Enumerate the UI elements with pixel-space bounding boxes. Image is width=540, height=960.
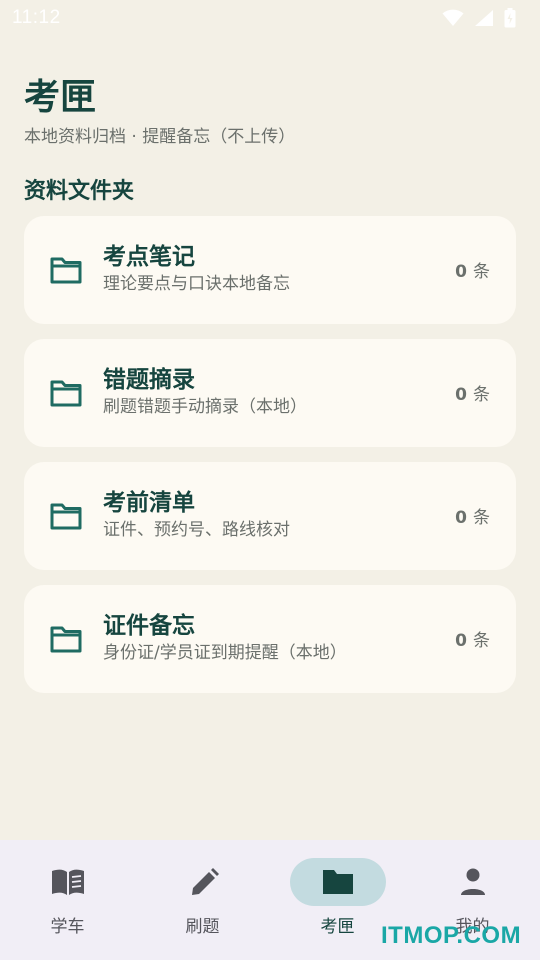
folder-desc: 理论要点与口诀本地备忘 bbox=[103, 274, 290, 294]
folder-outline-icon bbox=[50, 503, 82, 530]
folder-name: 证件备忘 bbox=[103, 613, 195, 639]
folder-count-unit: 条 bbox=[473, 631, 490, 651]
folder-text: 考点笔记 理论要点与口诀本地备忘 bbox=[103, 242, 290, 296]
watermark: ITMOP.COM bbox=[381, 922, 522, 949]
folder-name: 考前清单 bbox=[103, 490, 195, 516]
folder-count-number: 0 bbox=[455, 631, 467, 651]
folder-outline-icon bbox=[50, 626, 82, 653]
battery-icon bbox=[504, 8, 516, 28]
pencil-icon bbox=[191, 868, 219, 895]
signal-icon bbox=[475, 10, 493, 26]
folder-count-number: 0 bbox=[455, 262, 467, 282]
folder-count: 0条 bbox=[455, 626, 490, 651]
folder-count: 0条 bbox=[455, 257, 490, 282]
nav-label: 学车 bbox=[50, 917, 85, 937]
status-icons bbox=[442, 8, 516, 28]
page-subtitle: 本地资料归档 · 提醒备忘（不上传） bbox=[24, 127, 296, 147]
folder-count-unit: 条 bbox=[473, 385, 490, 405]
folder-count-number: 0 bbox=[455, 508, 467, 528]
folder-text: 证件备忘 身份证/学员证到期提醒（本地） bbox=[103, 611, 347, 665]
folder-count: 0条 bbox=[455, 380, 490, 405]
folder-outline-icon bbox=[50, 380, 82, 407]
folder-list: 考点笔记 理论要点与口诀本地备忘 0条 错题摘录 刷题错题手动摘录（本地） 0条… bbox=[24, 216, 516, 708]
status-bar: 11:12 bbox=[0, 0, 540, 36]
folder-count-unit: 条 bbox=[473, 262, 490, 282]
folder-card-zhengjian-beiwang[interactable]: 证件备忘 身份证/学员证到期提醒（本地） 0条 bbox=[24, 585, 516, 693]
folder-card-kaoqian-qingdan[interactable]: 考前清单 证件、预约号、路线核对 0条 bbox=[24, 462, 516, 570]
folder-desc: 身份证/学员证到期提醒（本地） bbox=[103, 643, 347, 663]
folder-desc: 刷题错题手动摘录（本地） bbox=[103, 397, 307, 417]
person-icon bbox=[460, 868, 485, 895]
folder-count: 0条 bbox=[455, 503, 490, 528]
folder-text: 考前清单 证件、预约号、路线核对 bbox=[103, 488, 290, 542]
folder-name: 错题摘录 bbox=[103, 367, 195, 393]
nav-item-xueche[interactable]: 学车 bbox=[0, 840, 135, 960]
book-icon bbox=[51, 869, 84, 895]
folder-name: 考点笔记 bbox=[103, 244, 195, 270]
folder-card-cuoti-zhailu[interactable]: 错题摘录 刷题错题手动摘录（本地） 0条 bbox=[24, 339, 516, 447]
folder-card-kaodian-biji[interactable]: 考点笔记 理论要点与口诀本地备忘 0条 bbox=[24, 216, 516, 324]
nav-label: 刷题 bbox=[185, 917, 220, 937]
folder-desc: 证件、预约号、路线核对 bbox=[103, 520, 290, 540]
folder-text: 错题摘录 刷题错题手动摘录（本地） bbox=[103, 365, 307, 419]
status-time: 11:12 bbox=[12, 7, 61, 28]
folder-count-number: 0 bbox=[455, 385, 467, 405]
folder-outline-icon bbox=[50, 257, 82, 284]
nav-item-shuati[interactable]: 刷题 bbox=[135, 840, 270, 960]
folder-count-unit: 条 bbox=[473, 508, 490, 528]
section-title: 资料文件夹 bbox=[24, 179, 135, 204]
wifi-icon bbox=[442, 9, 464, 26]
page-title: 考匣 bbox=[24, 77, 97, 118]
folder-icon bbox=[322, 870, 353, 894]
